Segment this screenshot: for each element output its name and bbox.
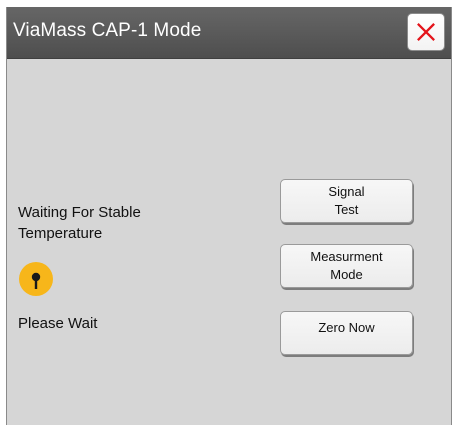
close-icon <box>417 23 435 41</box>
please-wait-text: Please Wait <box>18 315 98 332</box>
measurement-mode-label-line-1: Measurment <box>310 249 383 264</box>
signal-test-label-line-2: Test <box>334 202 359 217</box>
status-text-line-1: Waiting For Stable <box>18 204 141 221</box>
zero-now-button[interactable]: Zero Now <box>280 311 413 355</box>
measurement-mode-button[interactable]: Measurment Mode <box>280 244 413 288</box>
status-indicator-glyph <box>31 272 41 289</box>
title-bar: ViaMass CAP-1 Mode <box>7 7 451 59</box>
status-text-line-2: Temperature <box>18 225 103 242</box>
measurement-mode-label-line-2: Mode <box>330 267 363 282</box>
window-title: ViaMass CAP-1 Mode <box>13 20 202 41</box>
status-indicator-icon <box>19 262 53 296</box>
close-button[interactable] <box>407 13 445 51</box>
dialog-window: ViaMass CAP-1 Mode Waiting For Stable Te… <box>6 7 452 425</box>
signal-test-button[interactable]: Signal Test <box>280 179 413 223</box>
zero-now-label: Zero Now <box>318 320 375 335</box>
signal-test-label-line-1: Signal <box>328 184 365 199</box>
